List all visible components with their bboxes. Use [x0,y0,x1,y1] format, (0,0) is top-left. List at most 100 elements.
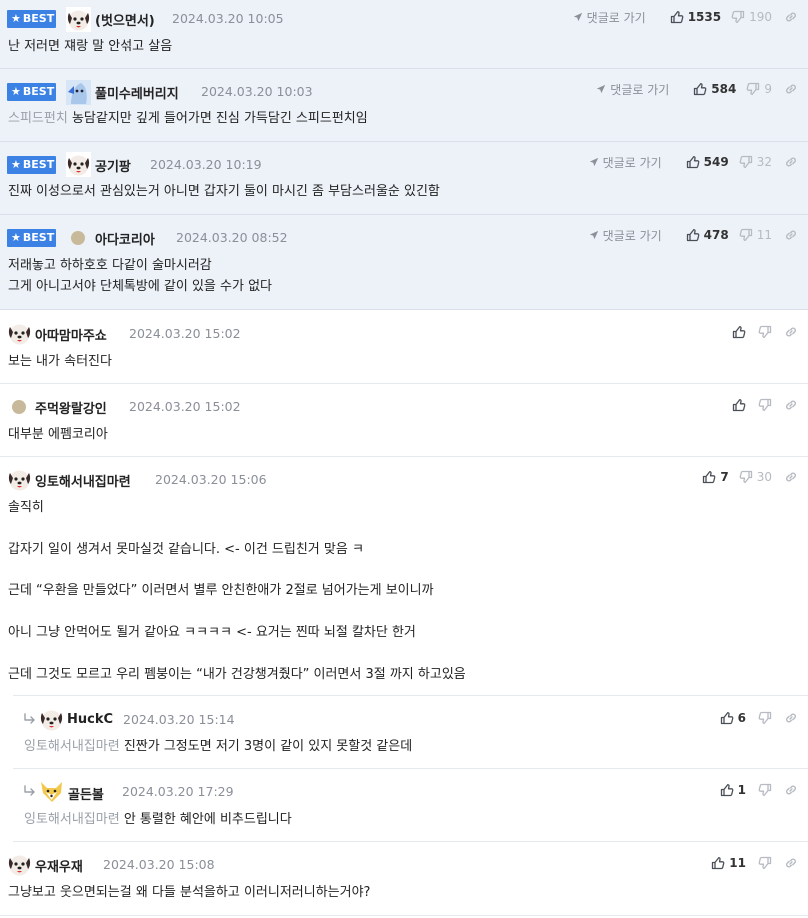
upvote-button[interactable]: 11 [711,856,746,870]
avatar[interactable] [71,231,85,245]
downvote-button[interactable]: 190 [731,10,772,24]
comment-actions: 댓글로 가기 478 11 [589,225,798,245]
upvote-button[interactable]: 1 [720,783,746,797]
comment-actions: 댓글로 가기 1535 190 [573,7,798,27]
avatar[interactable] [7,467,32,492]
best-comment: ★ BEST (벗으면서) 2024.03.20 10:05 댓글로 가기 153… [0,0,808,69]
link-icon [784,711,798,725]
comment-body-line: 근데 그것도 모르고 우리 펨붕이는 “내가 건강챙겨줬다” 이러면서 3절 까… [8,667,466,682]
link-icon [784,228,798,242]
upvote-button[interactable]: 7 [702,470,729,484]
avatar[interactable] [39,707,64,732]
mention[interactable]: 스피드펀치 [8,111,68,126]
comment-body-line: 솔직히 [8,500,44,515]
thumbs-up-icon [686,155,700,169]
downvote-button[interactable] [758,711,772,725]
link-button[interactable] [784,783,798,797]
upvote-button[interactable]: 584 [693,82,736,96]
link-icon [784,783,798,797]
goto-reply-link[interactable]: 댓글로 가기 [589,154,662,171]
link-button[interactable] [784,470,798,484]
reply-comment: 골든볼 2024.03.20 17:29 1 잉토해서내집마련 안 통렬한 혜안… [13,769,808,842]
paper-plane-icon [596,84,606,94]
avatar[interactable] [12,400,26,414]
downvote-button[interactable] [758,783,772,797]
comment-body: 난 저러면 쟤랑 말 안섞고 살음 [8,39,173,54]
comment-date: 2024.03.20 15:02 [129,326,241,341]
thumbs-up-icon [732,398,746,412]
nickname[interactable]: (벗으면서) [95,10,155,29]
comment-body-line: 근데 “우환을 만들었다” 이러면서 별루 안친한애가 2절로 넘어가는게 보이… [8,583,434,598]
reply-arrow-icon [23,713,37,725]
nickname[interactable]: 아다코리아 [95,229,155,248]
nickname[interactable]: 우재우재 [35,856,83,875]
paper-plane-icon [589,157,599,167]
upvote-count: 7 [720,470,729,484]
goto-reply-link[interactable]: 댓글로 가기 [573,9,646,26]
downvote-count: 9 [764,82,772,96]
link-button[interactable] [784,10,798,24]
avatar[interactable] [39,779,64,804]
upvote-count: 11 [729,856,746,870]
link-button[interactable] [784,711,798,725]
upvote-count: 478 [703,228,729,242]
avatar[interactable] [66,7,91,32]
comment-body: 스피드펀치 농담같지만 깊게 들어가면 진심 가득담긴 스피드펀치임 [8,111,368,126]
nickname[interactable]: 공기팡 [95,156,131,175]
nickname[interactable]: 주먹왕랄강인 [35,398,107,417]
downvote-button[interactable] [758,398,772,412]
downvote-button[interactable]: 11 [739,228,772,242]
paper-plane-icon [589,230,599,240]
link-icon [784,10,798,24]
comment-date: 2024.03.20 15:08 [103,857,215,872]
comment-body-line: 아니 그냥 안먹어도 될거 같아요 ㅋㅋㅋㅋ <- 요거는 찐따 뇌절 칼차단 … [8,625,416,640]
goto-reply-link[interactable]: 댓글로 가기 [589,227,662,244]
upvote-button[interactable]: 478 [686,228,729,242]
link-button[interactable] [784,82,798,96]
link-icon [784,82,798,96]
link-button[interactable] [784,856,798,870]
link-icon [784,856,798,870]
link-button[interactable] [784,155,798,169]
avatar[interactable] [7,852,32,877]
mention[interactable]: 잉토해서내집마련 [24,739,120,754]
mention[interactable]: 잉토해서내집마련 [24,812,120,827]
upvote-button[interactable]: 549 [686,155,729,169]
comment-date: 2024.03.20 08:52 [176,230,288,245]
nickname[interactable]: 골든볼 [68,784,104,803]
link-button[interactable] [784,325,798,339]
downvote-count: 190 [749,10,772,24]
thumbs-up-icon [720,711,734,725]
downvote-button[interactable] [758,325,772,339]
upvote-button[interactable]: 1535 [670,10,721,24]
nickname[interactable]: 아따맘마주쇼 [35,325,107,344]
link-button[interactable] [784,228,798,242]
upvote-count: 549 [703,155,729,169]
comment-body: 잉토해서내집마련 진짠가 그정도면 저기 3명이 같이 있지 못할것 같은데 [24,739,413,754]
avatar[interactable] [66,80,91,105]
goto-reply-link[interactable]: 댓글로 가기 [596,81,669,98]
nickname[interactable]: 풀미수레버리지 [95,83,179,102]
upvote-button[interactable] [732,325,746,339]
star-icon: ★ [11,85,21,98]
upvote-button[interactable]: 6 [720,711,746,725]
avatar[interactable] [66,152,91,177]
link-button[interactable] [784,398,798,412]
nickname[interactable]: HuckC [67,712,113,727]
downvote-button[interactable]: 9 [746,82,772,96]
comment-body: 대부분 에펨코리아 [8,427,108,442]
upvote-button[interactable] [732,398,746,412]
star-icon: ★ [11,158,21,171]
downvote-button[interactable] [758,856,772,870]
nickname[interactable]: 잉토해서내집마련 [35,471,131,490]
best-badge: ★ BEST [7,156,56,174]
thumbs-up-icon [670,10,684,24]
upvote-count: 6 [737,711,746,725]
reply-comment: HuckC 2024.03.20 15:14 6 잉토해서내집마련 진짠가 그정… [13,695,808,769]
downvote-button[interactable]: 30 [739,470,772,484]
avatar[interactable] [7,321,32,346]
thumbs-down-icon [746,82,760,96]
thumbs-up-icon [702,470,716,484]
thumbs-up-icon [686,228,700,242]
downvote-button[interactable]: 32 [739,155,772,169]
